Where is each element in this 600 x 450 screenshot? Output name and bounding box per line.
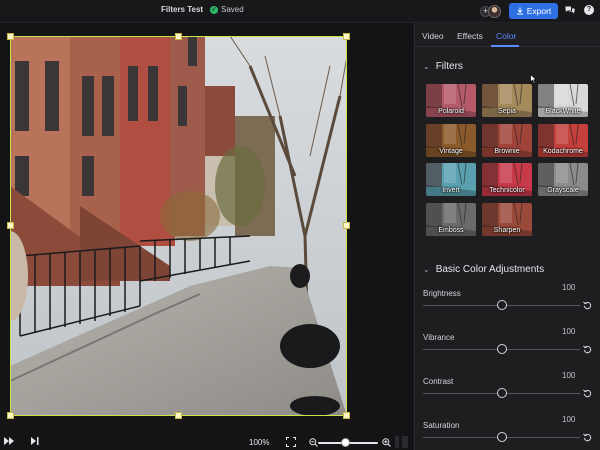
filter-kodachrome[interactable]: Kodachrome — [538, 124, 588, 157]
active-tab-indicator — [491, 45, 519, 47]
resize-handle-top-left[interactable] — [7, 33, 14, 40]
tab-effects[interactable]: Effects — [457, 31, 483, 41]
skip-end-icon[interactable] — [31, 437, 39, 445]
brightness-value: 100 — [562, 283, 576, 292]
filter-sepia[interactable]: Sepia — [482, 84, 532, 117]
export-button[interactable]: Export — [509, 3, 558, 19]
contrast-slider-thumb[interactable] — [496, 388, 507, 398]
adjustments-section-title: Basic Color Adjustments — [435, 264, 545, 275]
saturation-value: 100 — [562, 415, 576, 424]
filter-label: Vintage — [439, 148, 463, 155]
chat-bubbles-icon[interactable] — [565, 6, 575, 14]
chevron-down-icon: ⌄ — [423, 62, 430, 71]
zoom-slider-thumb[interactable] — [340, 438, 350, 447]
playback-bar: 100% — [0, 433, 414, 450]
resize-handle-middle-left[interactable] — [7, 222, 14, 229]
vibrance-slider-thumb[interactable] — [496, 344, 507, 354]
filters-section-title: Filters — [435, 61, 463, 72]
fit-screen-icon[interactable] — [286, 437, 296, 447]
help-icon[interactable]: ? — [584, 5, 594, 15]
timeline-divider — [395, 436, 399, 448]
chevron-down-icon: ⌄ — [423, 265, 430, 274]
resize-handle-bottom-left[interactable] — [7, 412, 14, 419]
document-title[interactable]: Filters Test — [161, 5, 203, 14]
vibrance-value: 100 — [562, 327, 576, 336]
canvas-area[interactable] — [0, 23, 414, 433]
filter-blackwhite[interactable]: BlackWhite — [538, 84, 588, 117]
saturation-label: Saturation — [423, 421, 460, 430]
video-frame-image[interactable] — [10, 36, 347, 416]
play-forward-icon[interactable] — [4, 437, 14, 445]
filter-label: Technicolor — [489, 187, 525, 194]
filter-label: BlackWhite — [545, 108, 581, 115]
saved-status-label: Saved — [221, 5, 244, 14]
contrast-label: Contrast — [423, 377, 454, 386]
reset-icon[interactable] — [583, 433, 592, 442]
contrast-value: 100 — [562, 371, 576, 380]
filter-brownie[interactable]: Brownie — [482, 124, 532, 157]
filter-label: Emboss — [438, 227, 464, 234]
brightness-slider-thumb[interactable] — [496, 300, 507, 310]
panel-tabs: Video Effects Color — [415, 23, 600, 47]
vibrance-label: Vibrance — [423, 333, 455, 342]
filter-vintage[interactable]: Vintage — [426, 124, 476, 157]
filter-invert[interactable]: Invert — [426, 163, 476, 196]
filter-label: Brownie — [494, 148, 520, 155]
timeline-divider-2 — [402, 436, 408, 448]
filter-technicolor[interactable]: Technicolor — [482, 163, 532, 196]
saturation-slider-thumb[interactable] — [496, 432, 507, 442]
zoom-out-icon[interactable] — [309, 438, 318, 447]
adjustments-section-header[interactable]: ⌄ Basic Color Adjustments — [423, 264, 544, 275]
filter-polaroid[interactable]: Polaroid — [426, 84, 476, 117]
filter-sharpen[interactable]: Sharpen — [482, 203, 532, 236]
mouse-cursor-icon — [530, 74, 537, 84]
download-icon — [516, 7, 523, 15]
properties-panel: Video Effects Color ⌄ Filters Polaroid Se… — [414, 23, 600, 450]
resize-handle-top-right[interactable] — [343, 33, 350, 40]
filter-emboss[interactable]: Emboss — [426, 203, 476, 236]
reset-icon[interactable] — [583, 389, 592, 398]
top-bar: Filters Test ✓ Saved + Export ? — [0, 0, 600, 23]
filter-label: Invert — [442, 187, 460, 194]
filter-label: Polaroid — [438, 108, 464, 115]
resize-handle-middle-right[interactable] — [343, 222, 350, 229]
tab-color[interactable]: Color — [496, 31, 516, 41]
avatar[interactable] — [488, 5, 501, 18]
reset-icon[interactable] — [583, 301, 592, 310]
filter-label: Sepia — [498, 108, 516, 115]
resize-handle-bottom-center[interactable] — [175, 412, 182, 419]
filter-label: Grayscale — [547, 187, 579, 194]
filter-grayscale[interactable]: Grayscale — [538, 163, 588, 196]
brightness-label: Brightness — [423, 289, 461, 298]
export-label: Export — [526, 6, 552, 16]
zoom-in-icon[interactable] — [382, 438, 391, 447]
reset-icon[interactable] — [583, 345, 592, 354]
resize-handle-top-center[interactable] — [175, 33, 182, 40]
check-circle-icon: ✓ — [210, 5, 218, 14]
filters-section-header[interactable]: ⌄ Filters — [423, 61, 463, 72]
filter-label: Kodachrome — [543, 148, 583, 155]
zoom-percentage[interactable]: 100% — [249, 438, 269, 447]
collaborators[interactable]: + — [480, 3, 504, 20]
saved-status: ✓ Saved — [210, 5, 244, 14]
resize-handle-bottom-right[interactable] — [343, 412, 350, 419]
tab-video[interactable]: Video — [422, 31, 444, 41]
filter-label: Sharpen — [493, 227, 521, 234]
